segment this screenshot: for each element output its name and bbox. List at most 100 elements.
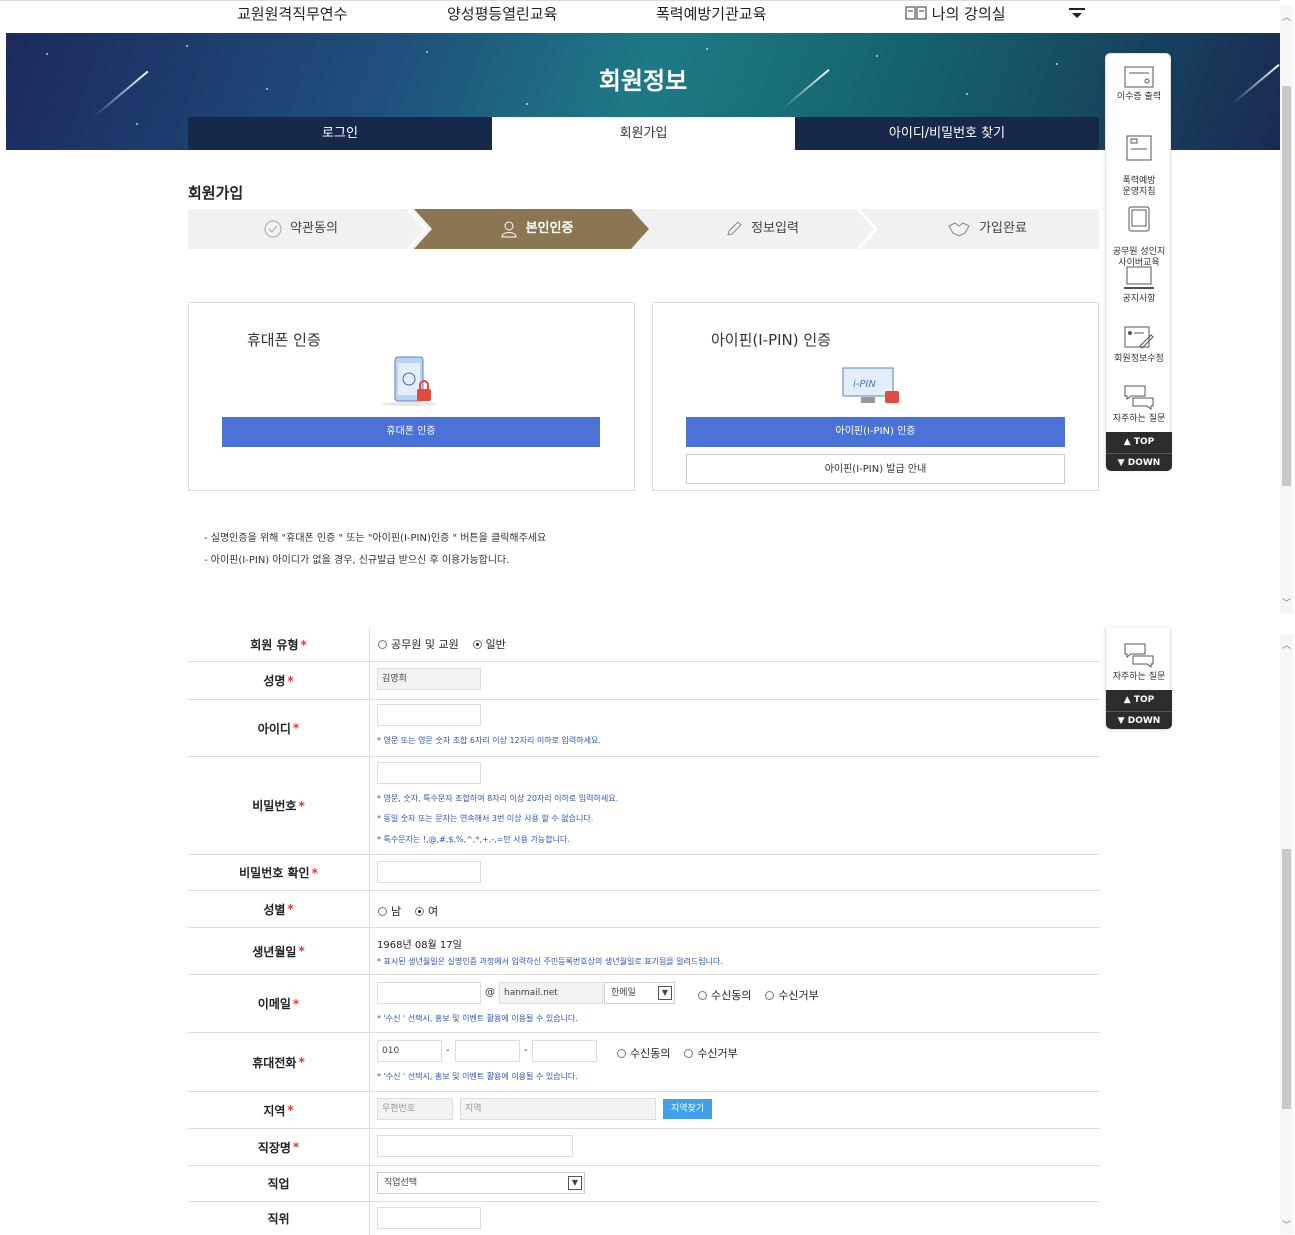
- nav-item-my-classroom[interactable]: 나의 강의실: [905, 3, 1006, 24]
- dash: -: [524, 1045, 528, 1056]
- scrollbar-thumb[interactable]: [1282, 86, 1291, 486]
- quick-menu-edit-profile[interactable]: 회원정보수정: [1106, 326, 1172, 365]
- pencil-icon: [727, 220, 742, 236]
- quick-menu-partial: 자주하는 질문 ▲ TOP ▼ DOWN: [1105, 628, 1172, 730]
- tablet-icon: [1128, 206, 1150, 232]
- mobile-middle-field[interactable]: [455, 1040, 520, 1062]
- scroll-down-arrow-icon[interactable]: ﹀: [1280, 1218, 1293, 1231]
- quick-menu-label: 자주하는 질문: [1112, 672, 1166, 682]
- radio-sms-refuse[interactable]: [684, 1049, 694, 1058]
- job-select[interactable]: 직업선택 ▼: [377, 1172, 585, 1194]
- job-label: 직업: [188, 1166, 370, 1201]
- email-domain-field[interactable]: hanmail.net: [499, 982, 603, 1004]
- region-field: 지역: [460, 1098, 656, 1120]
- region-search-button[interactable]: 지역찾기: [663, 1099, 713, 1119]
- step-complete: 가입완료: [875, 209, 1099, 249]
- form-row-email: 이메일 * @ hanmail.net 한메일 ▼ 수신동의 수신거부 * '수신 …: [188, 975, 1099, 1033]
- scroll-top-button[interactable]: ▲ TOP: [1106, 432, 1172, 453]
- mobile-consent-options: 수신동의 수신거부: [617, 1045, 748, 1061]
- password-confirm-field[interactable]: [377, 861, 481, 883]
- password-hint-1: * 영문, 숫자, 특수문자 조합하여 8자리 이상 20자리 이하로 입력하세…: [377, 794, 619, 803]
- scroll-down-button[interactable]: ▼ DOWN: [1106, 453, 1172, 471]
- document-icon: [1126, 135, 1152, 161]
- form-row-member-type: 회원 유형 * 공무원 및 교원 일반: [188, 628, 1099, 662]
- form-row-position: 직위: [188, 1202, 1099, 1235]
- password-hint-2: * 동일 숫자 또는 문자는 연속해서 3번 이상 사용 할 수 없습니다.: [377, 814, 594, 823]
- password-confirm-label: 비밀번호 확인 *: [188, 855, 370, 890]
- password-label: 비밀번호 *: [188, 757, 370, 854]
- nav-item-gender-equality[interactable]: 양성평등열린교육: [447, 3, 557, 24]
- nav-item-violence-prevention[interactable]: 폭력예방기관교육: [656, 3, 766, 24]
- radio-male[interactable]: [378, 907, 387, 916]
- scroll-up-arrow-icon[interactable]: ︿: [1280, 638, 1293, 651]
- mobile-label: 휴대전화 *: [188, 1033, 370, 1091]
- scroll-down-button[interactable]: ▼ DOWN: [1106, 711, 1172, 729]
- birth-value: 1968년 08월 17일: [377, 940, 462, 951]
- email-label: 이메일 *: [188, 975, 370, 1032]
- step-label: 약관동의: [290, 221, 338, 236]
- step-label: 본인인증: [525, 221, 574, 236]
- scroll-up-arrow-icon[interactable]: ︿: [1280, 10, 1293, 23]
- tab-login[interactable]: 로그인: [188, 117, 492, 150]
- email-hint: * '수신 ' 선택시, 홍보 및 이벤트 활용에 이용될 수 있습니다.: [377, 1014, 578, 1023]
- scrollbar[interactable]: ︿ ﹀: [1280, 6, 1293, 614]
- tab-signup[interactable]: 회원가입: [492, 117, 795, 150]
- mobile-prefix-field[interactable]: 010: [377, 1040, 442, 1062]
- chevron-down-icon: ▼: [568, 1176, 582, 1190]
- quick-menu-guideline[interactable]: 폭력예방 운영지침: [1106, 124, 1172, 198]
- step-info-input: 정보입력: [649, 209, 875, 249]
- form-row-password: 비밀번호 * * 영문, 숫자, 특수문자 조합하여 8자리 이상 20자리 이하…: [188, 757, 1099, 855]
- radio-sms-agree[interactable]: [617, 1049, 626, 1058]
- ipin-icon-text: i-PIN: [853, 379, 876, 390]
- quick-menu-notice[interactable]: 공지사항: [1106, 266, 1172, 305]
- quick-menu: 이수증 출력 폭력예방 운영지침 공무원 성인지 사이버교육 공지사항 회원정보…: [1105, 53, 1172, 471]
- member-type-label: 회원 유형 *: [188, 628, 370, 661]
- option-label: 남: [391, 905, 402, 918]
- quick-menu-cyber-edu[interactable]: 공무원 성인지 사이버교육: [1106, 195, 1172, 269]
- quick-menu-certificate[interactable]: 이수증 출력: [1106, 66, 1172, 103]
- laptop-icon: [1124, 266, 1154, 289]
- quick-menu-faq[interactable]: 자주하는 질문: [1106, 642, 1172, 683]
- scroll-down-arrow-icon[interactable]: ﹀: [1280, 596, 1293, 609]
- quick-menu-label: 회원정보수정: [1114, 354, 1164, 364]
- form-row-password-confirm: 비밀번호 확인 *: [188, 855, 1099, 891]
- birth-hint: * 표시된 생년월일은 실명인증 과정에서 입력하신 주민등록번호상의 생년월일…: [377, 957, 723, 966]
- password-field[interactable]: [377, 762, 481, 784]
- quick-menu-label: 공지사항: [1122, 294, 1156, 304]
- ipin-auth-button[interactable]: 아이핀(I-PIN) 인증: [686, 417, 1065, 447]
- radio-general[interactable]: [472, 640, 482, 649]
- name-field: 김영희: [377, 668, 481, 690]
- position-field[interactable]: [377, 1207, 481, 1229]
- form-row-userid: 아이디 * * 영문 또는 영문 숫자 조합 6자리 이상 12자리 이하로 입력…: [188, 700, 1099, 757]
- radio-civil-servant[interactable]: [378, 640, 387, 649]
- scrollbar-thumb[interactable]: [1282, 849, 1291, 1109]
- email-id-field[interactable]: [377, 982, 481, 1004]
- ipin-guide-button[interactable]: 아이핀(I-PIN) 발급 안내: [686, 454, 1065, 484]
- radio-female[interactable]: [414, 907, 424, 916]
- scrollbar[interactable]: ︿ ﹀: [1280, 634, 1293, 1234]
- mobile-last-field[interactable]: [532, 1040, 597, 1062]
- option-label: 수신동의: [711, 989, 752, 1002]
- scroll-top-button[interactable]: ▲ TOP: [1106, 690, 1172, 711]
- workplace-field[interactable]: [377, 1135, 573, 1157]
- step-terms: 약관동의: [188, 209, 414, 249]
- userid-field[interactable]: [377, 704, 481, 726]
- option-label: 수신거부: [778, 989, 819, 1002]
- nav-item-teacher-training[interactable]: 교원원격직무연수: [237, 3, 347, 24]
- quick-menu-faq[interactable]: 자주하는 질문: [1106, 384, 1172, 425]
- option-label: 여: [427, 905, 439, 918]
- form-row-workplace: 직장명 *: [188, 1129, 1099, 1166]
- phone-auth-button[interactable]: 휴대폰 인증: [222, 417, 600, 447]
- name-label: 성명 *: [188, 662, 370, 699]
- email-domain-select[interactable]: 한메일 ▼: [604, 982, 675, 1004]
- member-type-options: 공무원 및 교원 일반: [378, 636, 516, 652]
- radio-email-refuse[interactable]: [765, 991, 775, 1000]
- ipin-auth-title: 아이핀(I-PIN) 인증: [711, 331, 831, 349]
- menu-toggle-icon[interactable]: [1068, 6, 1086, 23]
- chat-bubbles-icon: [1124, 385, 1154, 410]
- ipin-monitor-icon: i-PIN: [842, 367, 899, 403]
- tab-find-id-password[interactable]: 아이디/비밀번호 찾기: [795, 117, 1099, 150]
- userid-label: 아이디 *: [188, 700, 370, 756]
- option-label: 공무원 및 교원: [391, 638, 459, 651]
- radio-email-agree[interactable]: [698, 991, 707, 1000]
